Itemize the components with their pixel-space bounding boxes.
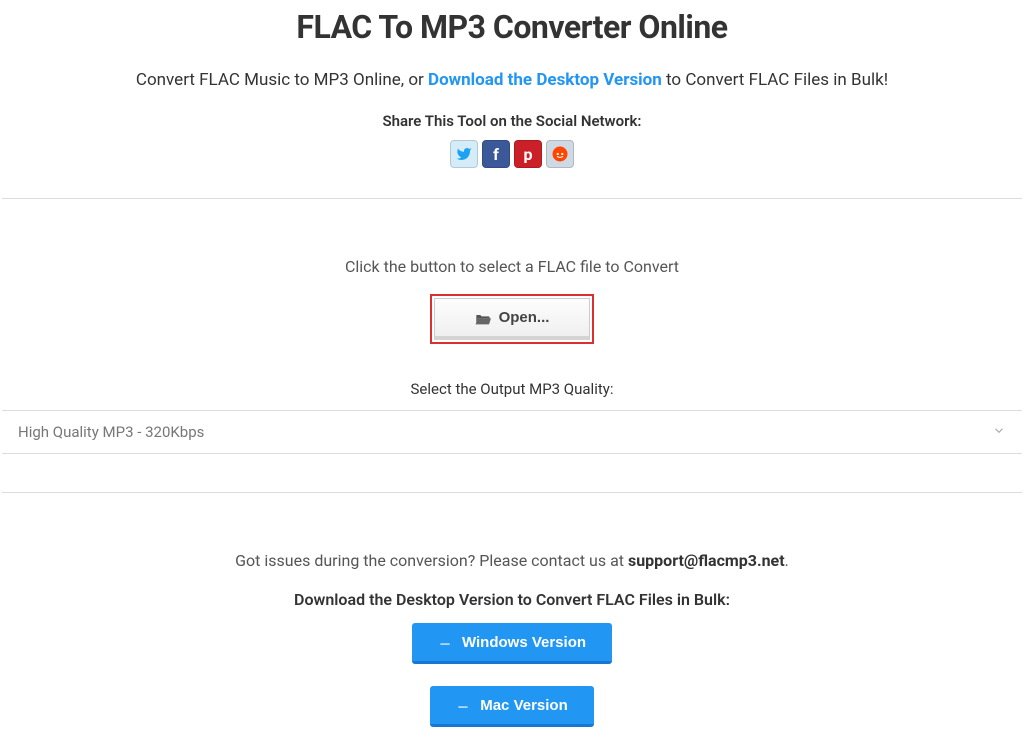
support-email[interactable]: support@flacmp3.net xyxy=(628,551,785,570)
open-file-button[interactable]: Open... xyxy=(434,298,591,340)
download-desktop-link[interactable]: Download the Desktop Version xyxy=(428,70,662,90)
windows-button-label: Windows Version xyxy=(462,634,586,651)
mac-version-button[interactable]: Mac Version xyxy=(430,686,594,727)
download-icon xyxy=(438,633,452,651)
quality-label: Select the Output MP3 Quality: xyxy=(2,380,1022,398)
support-text: Got issues during the conversion? Please… xyxy=(2,551,1022,570)
open-button-label: Open... xyxy=(499,309,550,326)
share-label: Share This Tool on the Social Network: xyxy=(2,112,1022,130)
download-icon xyxy=(456,696,470,714)
quality-select[interactable]: High Quality MP3 - 320Kbps xyxy=(2,410,1022,454)
subtitle: Convert FLAC Music to MP3 Online, or Dow… xyxy=(2,70,1022,90)
support-suffix: . xyxy=(785,551,789,570)
social-row: f p xyxy=(2,140,1022,168)
quality-select-wrapper: High Quality MP3 - 320Kbps xyxy=(2,410,1022,454)
subtitle-prefix: Convert FLAC Music to MP3 Online, or xyxy=(136,70,428,90)
pinterest-icon[interactable]: p xyxy=(514,140,542,168)
download-desktop-label: Download the Desktop Version to Convert … xyxy=(2,590,1022,609)
page-title: FLAC To MP3 Converter Online xyxy=(2,8,1022,46)
mac-button-label: Mac Version xyxy=(480,697,568,714)
open-instruction: Click the button to select a FLAC file t… xyxy=(2,257,1022,276)
subtitle-suffix: to Convert FLAC Files in Bulk! xyxy=(662,70,888,90)
support-prefix: Got issues during the conversion? Please… xyxy=(235,551,628,570)
facebook-icon[interactable]: f xyxy=(482,140,510,168)
folder-open-icon xyxy=(475,312,491,324)
divider-2 xyxy=(2,492,1022,493)
windows-version-button[interactable]: Windows Version xyxy=(412,623,612,664)
open-button-highlight-frame: Open... xyxy=(430,294,595,344)
divider xyxy=(2,198,1022,199)
reddit-icon[interactable] xyxy=(546,140,574,168)
twitter-icon[interactable] xyxy=(450,140,478,168)
